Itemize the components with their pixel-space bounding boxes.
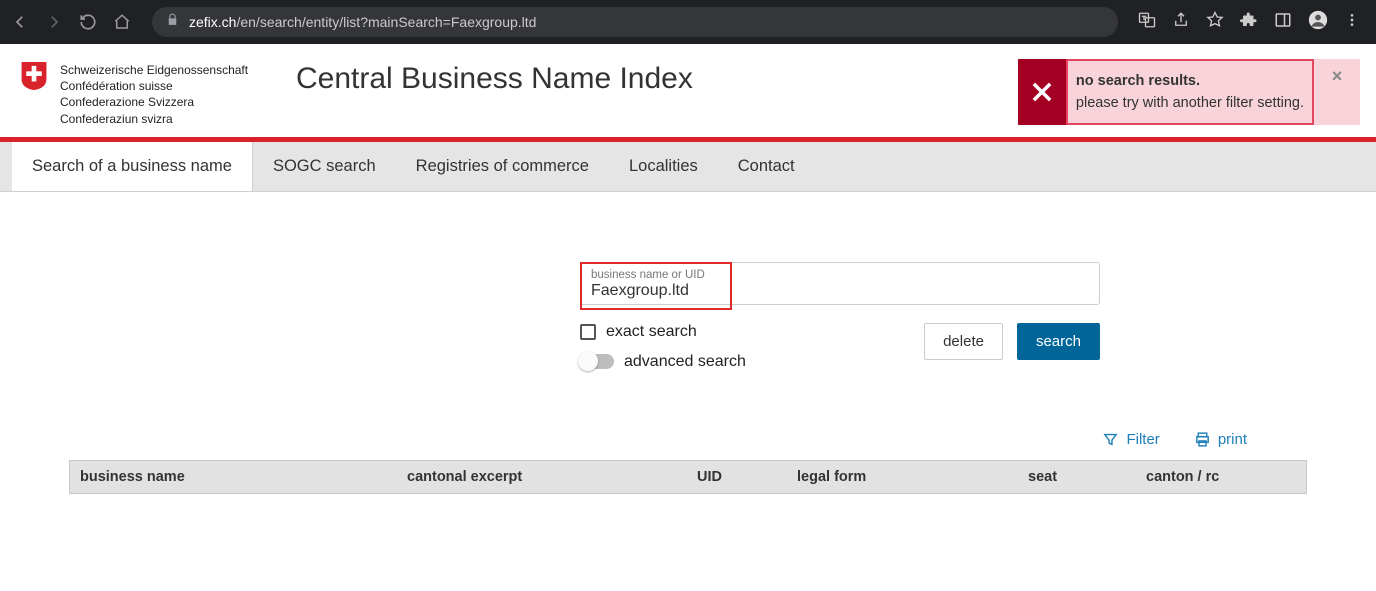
menu-icon[interactable] bbox=[1344, 12, 1360, 33]
reload-button[interactable] bbox=[78, 13, 98, 31]
confederation-text: Schweizerische Eidgenossenschaft Confédé… bbox=[60, 62, 248, 127]
business-name-input[interactable]: business name or UID bbox=[580, 262, 1100, 305]
delete-button[interactable]: delete bbox=[924, 323, 1003, 360]
content-area: business name or UID exact search advanc… bbox=[0, 192, 1376, 371]
col-business-name[interactable]: business name bbox=[70, 461, 397, 493]
checkbox-icon bbox=[580, 324, 596, 340]
tab-contact[interactable]: Contact bbox=[718, 142, 815, 191]
exact-search-checkbox[interactable]: exact search bbox=[580, 323, 746, 341]
back-button[interactable] bbox=[10, 13, 30, 31]
error-dismiss-button[interactable]: × bbox=[1314, 59, 1360, 125]
results-table: business name cantonal excerpt UID legal… bbox=[69, 460, 1307, 494]
share-icon[interactable] bbox=[1172, 11, 1190, 34]
table-header-row: business name cantonal excerpt UID legal… bbox=[69, 460, 1307, 494]
panel-icon[interactable] bbox=[1274, 11, 1292, 34]
translate-icon[interactable] bbox=[1138, 11, 1156, 34]
main-tabs: Search of a business name SOGC search Re… bbox=[0, 142, 1376, 192]
col-legal-form[interactable]: legal form bbox=[787, 461, 1018, 493]
advanced-search-toggle[interactable]: advanced search bbox=[580, 353, 746, 371]
business-name-field[interactable] bbox=[591, 281, 1089, 300]
error-message: no search results. please try with anoth… bbox=[1066, 59, 1314, 125]
result-actions: Filter print bbox=[69, 431, 1307, 460]
profile-icon[interactable] bbox=[1308, 10, 1328, 35]
extensions-icon[interactable] bbox=[1240, 11, 1258, 34]
filter-link[interactable]: Filter bbox=[1102, 431, 1159, 448]
site-header: Schweizerische Eidgenossenschaft Confédé… bbox=[0, 44, 1376, 137]
home-button[interactable] bbox=[112, 13, 132, 31]
close-icon: × bbox=[1332, 66, 1343, 87]
url-text: zefix.ch/en/search/entity/list?mainSearc… bbox=[189, 14, 536, 30]
col-uid[interactable]: UID bbox=[687, 461, 787, 493]
tab-search-business-name[interactable]: Search of a business name bbox=[12, 142, 253, 191]
filter-icon bbox=[1102, 431, 1119, 448]
error-icon-box bbox=[1018, 59, 1066, 125]
error-banner: no search results. please try with anoth… bbox=[1018, 59, 1360, 125]
close-icon bbox=[1028, 78, 1056, 106]
swiss-shield-icon bbox=[20, 62, 48, 90]
browser-toolbar: zefix.ch/en/search/entity/list?mainSearc… bbox=[0, 0, 1376, 44]
browser-right-icons bbox=[1138, 10, 1366, 35]
col-seat[interactable]: seat bbox=[1018, 461, 1136, 493]
search-button[interactable]: search bbox=[1017, 323, 1100, 360]
tab-sogc-search[interactable]: SOGC search bbox=[253, 142, 396, 191]
tab-localities[interactable]: Localities bbox=[609, 142, 718, 191]
forward-button[interactable] bbox=[44, 13, 64, 31]
print-link[interactable]: print bbox=[1194, 431, 1247, 448]
confederation-logo-block: Schweizerische Eidgenossenschaft Confédé… bbox=[20, 62, 274, 127]
lock-icon bbox=[166, 13, 179, 31]
star-icon[interactable] bbox=[1206, 11, 1224, 34]
col-canton-rc[interactable]: canton / rc bbox=[1136, 461, 1306, 493]
col-cantonal-excerpt[interactable]: cantonal excerpt bbox=[397, 461, 687, 493]
toggle-icon bbox=[580, 354, 614, 369]
tab-registries[interactable]: Registries of commerce bbox=[396, 142, 609, 191]
page-title: Central Business Name Index bbox=[274, 62, 693, 96]
address-bar[interactable]: zefix.ch/en/search/entity/list?mainSearc… bbox=[152, 7, 1118, 37]
print-icon bbox=[1194, 431, 1211, 448]
input-label: business name or UID bbox=[591, 269, 1089, 281]
